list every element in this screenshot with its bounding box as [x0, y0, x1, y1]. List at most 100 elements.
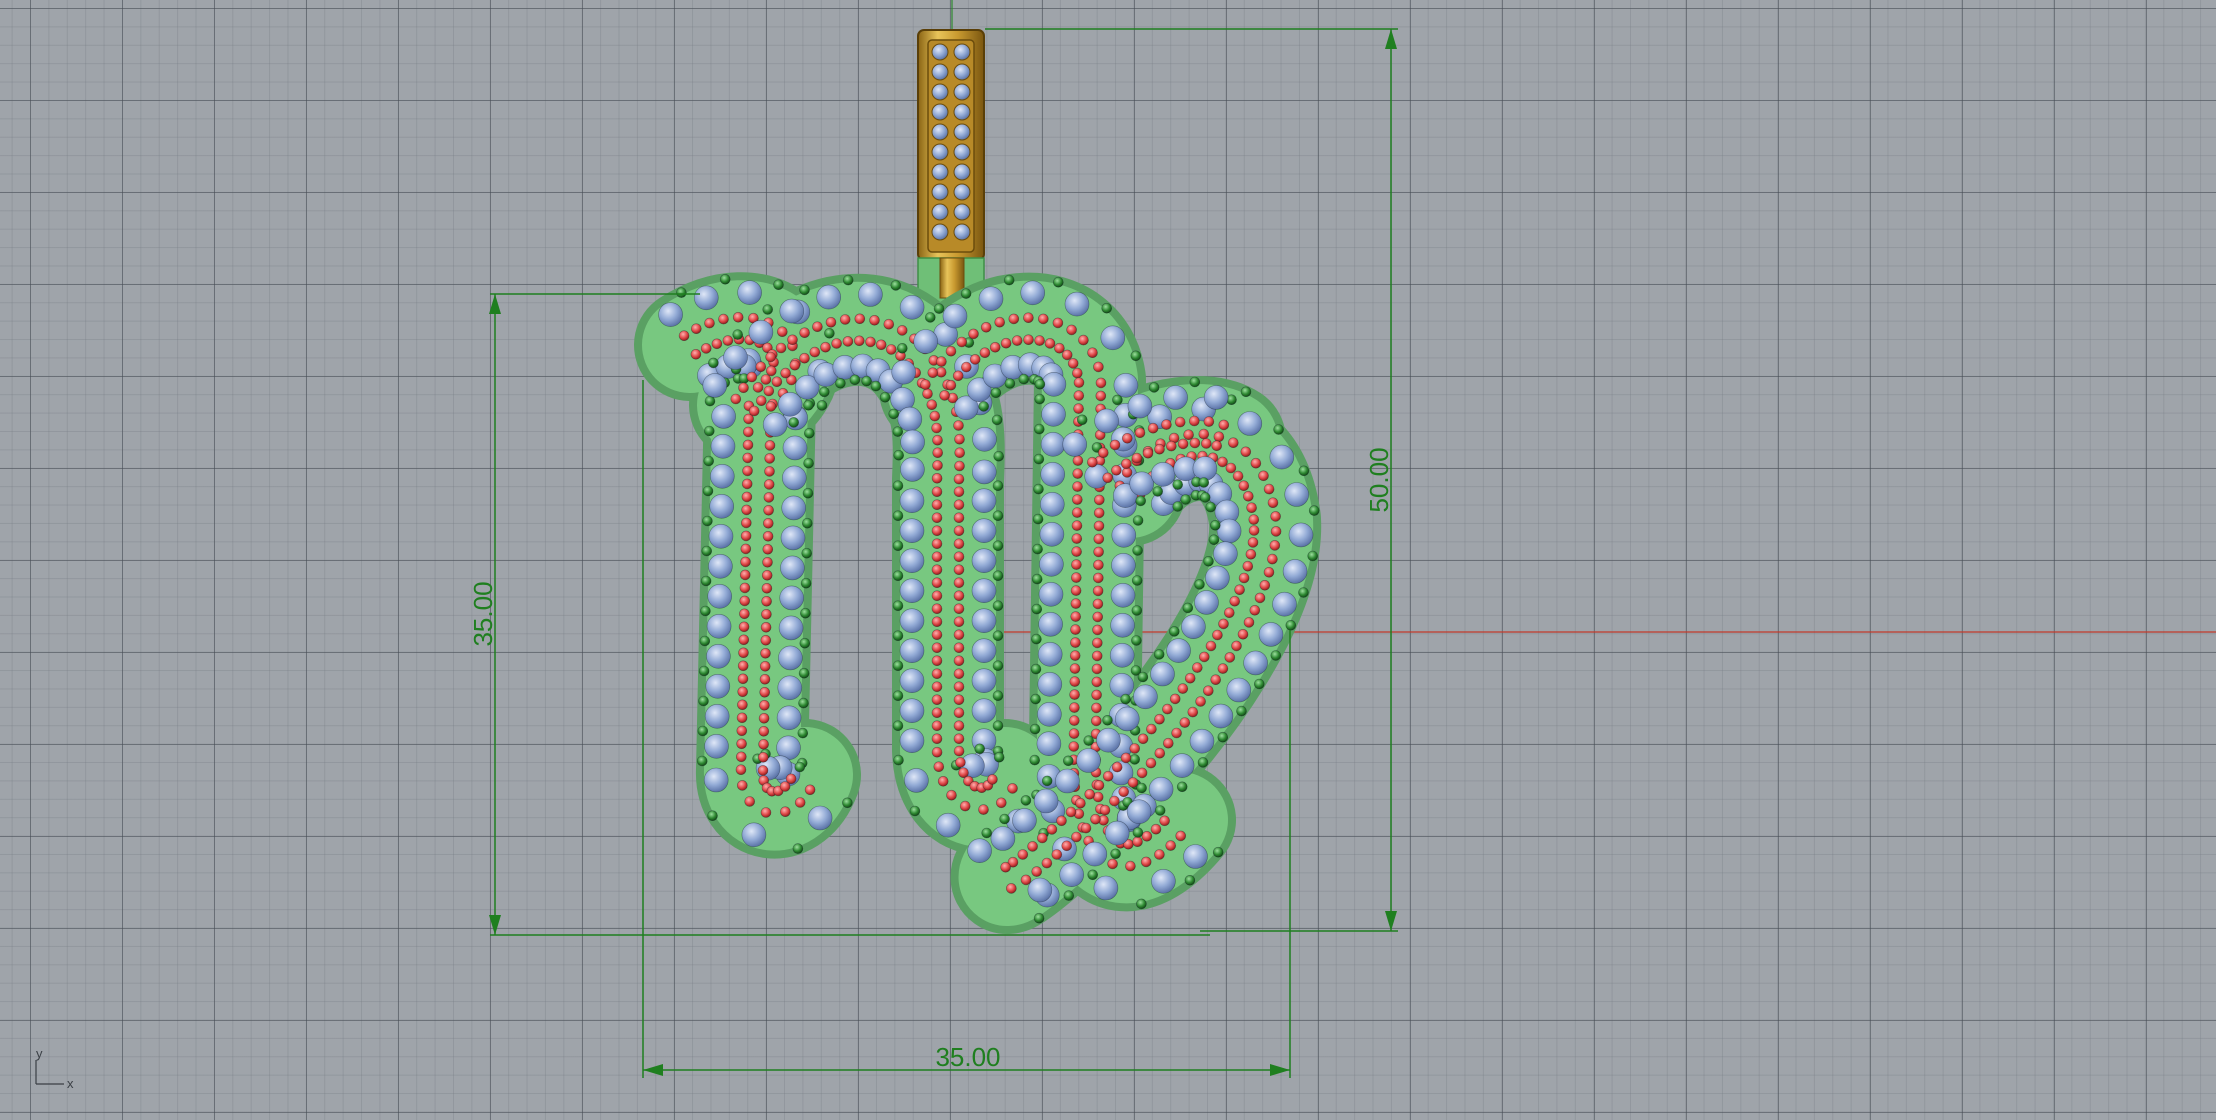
red-stone [742, 452, 754, 464]
green-stone [1298, 587, 1309, 598]
red-stone [953, 707, 965, 719]
green-stone [1254, 678, 1265, 690]
red-stone [804, 784, 816, 796]
red-stone [739, 595, 751, 607]
red-stone [758, 738, 769, 750]
blue-stone [723, 345, 748, 370]
red-stone [1061, 840, 1072, 852]
red-stone [825, 316, 837, 328]
red-stone [765, 351, 776, 363]
red-stone [737, 699, 748, 711]
green-stone [1030, 693, 1041, 705]
red-stone [741, 504, 752, 516]
green-stone [1180, 494, 1191, 505]
blue-stone [1082, 841, 1108, 867]
red-stone [931, 681, 943, 693]
blue-stone [1039, 551, 1064, 577]
red-stone [1069, 702, 1080, 713]
blue-stone [891, 359, 917, 385]
red-stone [736, 738, 747, 750]
green-stone [993, 751, 1005, 763]
red-stone [945, 379, 957, 391]
blue-stone [935, 812, 961, 838]
red-stone [799, 352, 810, 364]
green-stone [798, 697, 809, 709]
red-stone [953, 745, 965, 757]
red-stone [1071, 520, 1083, 531]
green-stone [1033, 912, 1045, 924]
rhino-front-viewport[interactable]: 50.00 35.00 35.00 y x [0, 0, 2216, 1120]
red-stone [759, 686, 771, 698]
green-stone [1172, 479, 1183, 490]
red-stone [690, 323, 702, 335]
bail-stone [931, 183, 949, 201]
scene-canvas[interactable]: 50.00 35.00 35.00 y x [0, 0, 2216, 1120]
blue-stone [899, 548, 925, 574]
red-stone [1169, 693, 1181, 705]
red-stone [1269, 540, 1281, 551]
red-stone [853, 335, 865, 347]
pendant-bail[interactable] [917, 29, 985, 319]
blue-stone [1076, 748, 1101, 773]
green-stone [933, 303, 945, 314]
blue-stone [1041, 401, 1066, 427]
blue-stone [1040, 461, 1065, 487]
red-stone [739, 608, 750, 620]
red-stone [765, 401, 777, 412]
red-stone [931, 486, 943, 498]
red-stone [1247, 537, 1259, 548]
red-stone [931, 422, 942, 434]
red-stone [953, 473, 965, 485]
red-stone [1217, 663, 1229, 674]
red-stone [1228, 437, 1239, 449]
red-stone [932, 447, 944, 459]
green-stone [893, 754, 904, 766]
red-stone [1034, 335, 1045, 346]
red-stone [1023, 334, 1034, 346]
blue-stone [781, 495, 807, 521]
red-stone [931, 694, 943, 706]
red-stone [1234, 584, 1245, 596]
red-stone [762, 543, 774, 555]
red-stone [738, 634, 750, 646]
red-stone [1000, 337, 1012, 349]
green-stone [1135, 495, 1146, 507]
green-stone [1030, 663, 1042, 675]
blue-stone [1126, 799, 1152, 825]
red-stone [953, 499, 965, 511]
green-stone [992, 570, 1004, 582]
green-stone [703, 455, 715, 467]
blue-stone [778, 645, 803, 671]
red-stone [932, 434, 943, 446]
blue-stone [1127, 393, 1153, 419]
red-stone [1093, 559, 1104, 571]
red-stone [1027, 841, 1038, 852]
green-stone [799, 284, 810, 296]
green-stone [890, 280, 902, 291]
green-stone [1029, 723, 1041, 735]
green-stone [1285, 619, 1297, 631]
red-stone [1238, 480, 1250, 492]
blue-stone [704, 733, 729, 759]
blue-stone [1111, 522, 1137, 548]
blue-stone [782, 435, 808, 461]
blue-stone [1113, 372, 1139, 398]
green-stone [1131, 605, 1143, 616]
red-stone [1166, 440, 1177, 452]
bail-stone [931, 223, 949, 241]
red-stone [1199, 651, 1210, 663]
red-stone [738, 382, 749, 394]
blue-stone [900, 457, 925, 482]
blue-stone [1284, 482, 1309, 507]
blue-stone [1093, 875, 1119, 901]
blue-stone [1036, 731, 1062, 757]
red-stone [776, 326, 788, 338]
red-stone [759, 660, 771, 672]
red-stone [1092, 611, 1103, 623]
red-stone [1174, 416, 1186, 428]
red-stone [1071, 572, 1082, 583]
green-stone [1176, 781, 1188, 793]
green-stone [1034, 423, 1045, 435]
green-stone [992, 600, 1004, 612]
red-stone [952, 370, 964, 382]
